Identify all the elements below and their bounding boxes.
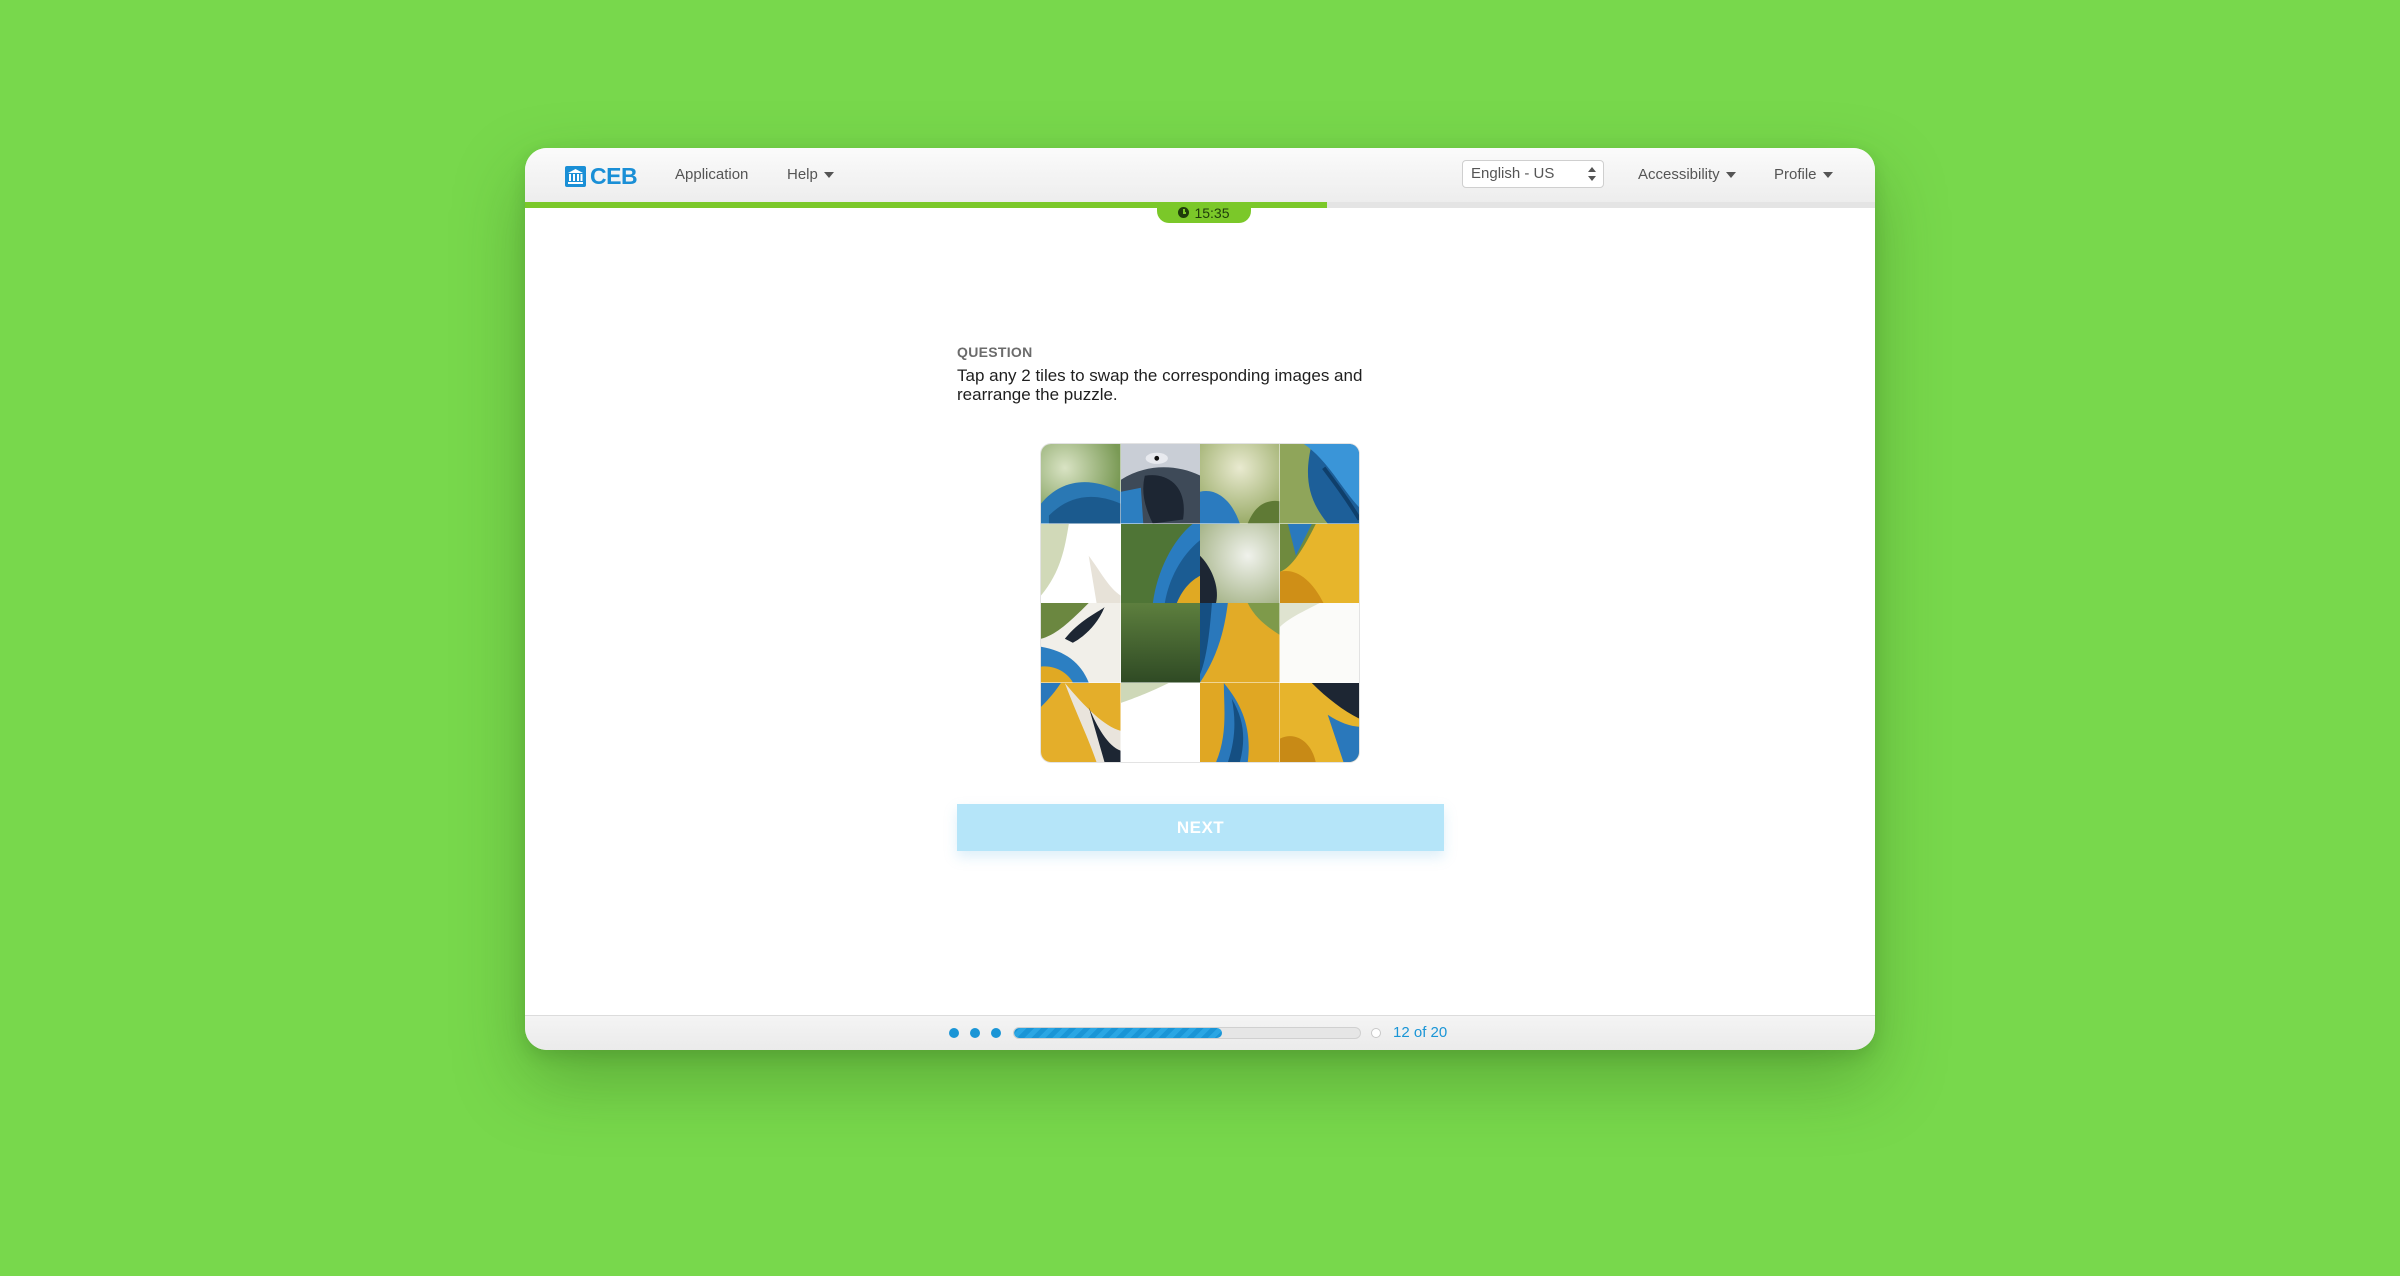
- caret-down-icon: [1725, 172, 1736, 178]
- puzzle-tile[interactable]: [1120, 603, 1200, 683]
- puzzle-tile[interactable]: [1200, 444, 1280, 524]
- puzzle-tile[interactable]: [1200, 682, 1280, 762]
- progress-dot-completed: [991, 1028, 1001, 1038]
- timer-text: 15:35: [1194, 204, 1230, 221]
- progress-dot-completed: [949, 1028, 959, 1038]
- select-arrows-icon: [1588, 167, 1596, 181]
- top-navigation-bar: CEB Application Help English - US Access…: [525, 148, 1875, 203]
- nav-accessibility-label: Accessibility: [1638, 166, 1720, 183]
- progress-dot-remaining: [1371, 1028, 1381, 1038]
- puzzle-tile[interactable]: [1279, 444, 1359, 524]
- question-progress-track: [1013, 1027, 1361, 1039]
- puzzle-tile[interactable]: [1279, 523, 1359, 603]
- question-label: QUESTION: [957, 344, 1033, 360]
- caret-down-icon: [1822, 172, 1833, 178]
- progress-dot-completed: [970, 1028, 980, 1038]
- nav-application[interactable]: Application: [675, 165, 748, 185]
- puzzle-tile[interactable]: [1120, 523, 1200, 603]
- question-text: Tap any 2 tiles to swap the correspondin…: [957, 366, 1363, 404]
- caret-down-icon: [823, 172, 834, 178]
- bank-icon: [565, 165, 586, 187]
- question-progress-footer: 12 of 20: [525, 1015, 1875, 1050]
- nav-help-label: Help: [787, 166, 818, 183]
- puzzle-grid: [1041, 444, 1359, 762]
- puzzle-tile[interactable]: [1200, 603, 1280, 683]
- clock-icon: [1178, 207, 1190, 218]
- language-select[interactable]: English - US: [1462, 160, 1604, 188]
- timer-badge: 15:35: [1157, 202, 1251, 223]
- puzzle-tile[interactable]: [1041, 682, 1121, 762]
- logo-text: CEB: [590, 163, 638, 189]
- puzzle-tile[interactable]: [1279, 682, 1359, 762]
- puzzle-tile[interactable]: [1279, 603, 1359, 683]
- puzzle-tile[interactable]: [1041, 444, 1121, 524]
- puzzle-tile[interactable]: [1041, 523, 1121, 603]
- app-window: CEB Application Help English - US Access…: [525, 148, 1875, 1050]
- next-button[interactable]: NEXT: [957, 804, 1444, 851]
- nav-application-label: Application: [675, 166, 749, 183]
- puzzle-tile[interactable]: [1200, 523, 1280, 603]
- ceb-logo[interactable]: CEB: [565, 163, 638, 189]
- puzzle-tile[interactable]: [1120, 444, 1200, 524]
- puzzle-tile[interactable]: [1120, 682, 1200, 762]
- puzzle-tile[interactable]: [1041, 603, 1121, 683]
- question-count: 12 of 20: [1393, 1024, 1448, 1041]
- nav-accessibility[interactable]: Accessibility: [1638, 165, 1736, 185]
- nav-help[interactable]: Help: [787, 165, 834, 185]
- language-select-value: English - US: [1471, 165, 1555, 182]
- nav-profile-label: Profile: [1774, 166, 1817, 183]
- nav-profile[interactable]: Profile: [1774, 165, 1833, 185]
- question-progress-fill: [1014, 1028, 1222, 1038]
